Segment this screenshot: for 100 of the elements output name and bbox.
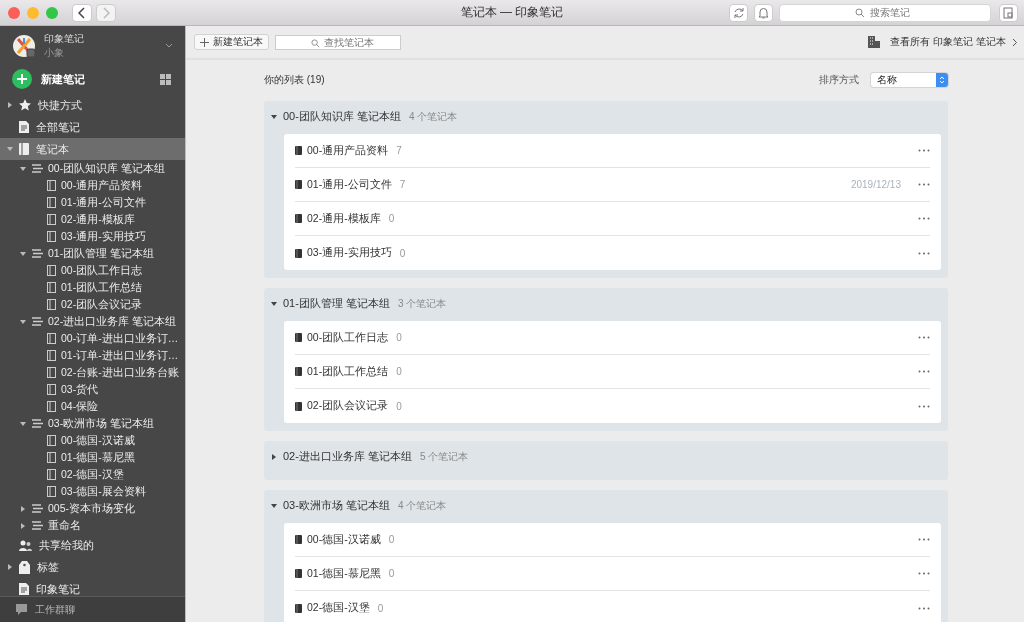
bell-icon xyxy=(758,6,769,19)
sidebar-item[interactable]: 02-进出口业务库 笔记本组 xyxy=(0,313,185,330)
sync-icon xyxy=(732,6,745,19)
sidebar-item[interactable]: 00-德国-汉诺威 xyxy=(0,432,185,449)
more-icon[interactable] xyxy=(918,404,930,408)
sidebar-item[interactable]: 02-台账-进出口业务台账 xyxy=(0,364,185,381)
chat-icon[interactable] xyxy=(16,604,27,615)
caret-right-icon[interactable] xyxy=(271,453,277,460)
chevron-icon[interactable] xyxy=(165,43,173,49)
new-notebook-button[interactable]: 新建笔记本 xyxy=(194,34,269,50)
notebook-row[interactable]: 01-德国-慕尼黑 0 xyxy=(295,557,930,591)
notebook-row[interactable]: 00-德国-汉诺威 0 xyxy=(295,523,930,557)
plus-icon xyxy=(17,74,27,84)
more-icon[interactable] xyxy=(918,336,930,339)
sidebar-item[interactable]: 03-德国-展会资料 xyxy=(0,483,185,500)
sidebar-item[interactable]: 01-订单-进出口业务订… xyxy=(0,347,185,364)
sidebar-item[interactable]: 共享给我的 xyxy=(0,534,185,556)
notebook-row[interactable]: 01-通用-公司文件 7 2019/12/13 xyxy=(295,168,930,202)
caret-down-icon[interactable] xyxy=(19,318,26,325)
sidebar-item[interactable]: 03-货代 xyxy=(0,381,185,398)
notebook-icon xyxy=(47,231,56,242)
avatar-icon[interactable] xyxy=(12,34,36,58)
notebook-icon xyxy=(295,367,302,376)
sync-button[interactable] xyxy=(729,3,748,22)
sidebar-item[interactable]: 02-德国-汉堡 xyxy=(0,466,185,483)
more-icon[interactable] xyxy=(918,183,930,186)
work-chat-link[interactable]: 工作群聊 xyxy=(35,602,75,617)
sidebar-item[interactable]: 005-资本市场变化 xyxy=(0,500,185,517)
stack-icon xyxy=(32,164,43,173)
bell-button[interactable] xyxy=(754,3,773,22)
more-icon[interactable] xyxy=(918,370,930,373)
more-icon[interactable] xyxy=(918,538,930,541)
notebook-search-field[interactable]: 查找笔记本 xyxy=(275,34,401,50)
notebook-row[interactable]: 02-德国-汉堡 0 xyxy=(295,591,930,622)
caret-down-icon[interactable] xyxy=(271,502,277,509)
notebook-icon xyxy=(295,214,302,223)
more-icon[interactable] xyxy=(918,217,930,220)
caret-right-icon[interactable] xyxy=(19,522,26,529)
sidebar-item[interactable]: 01-德国-慕尼黑 xyxy=(0,449,185,466)
notebook-icon xyxy=(47,367,56,378)
sort-select[interactable]: 名称 xyxy=(871,73,948,87)
view-all-link[interactable]: 查看所有 印象笔记 笔记本 xyxy=(890,35,1006,49)
caret-down-icon[interactable] xyxy=(271,113,277,120)
sidebar-item[interactable]: 00-团队工作日志 xyxy=(0,262,185,279)
notebook-icon xyxy=(47,282,56,293)
more-icon[interactable] xyxy=(918,149,930,152)
notebook-row[interactable]: 03-通用-实用技巧 0 xyxy=(295,236,930,270)
notebook-icon xyxy=(295,333,302,342)
search-field[interactable]: 搜索笔记 xyxy=(779,3,991,22)
sidebar-item[interactable]: 01-团队管理 笔记本组 xyxy=(0,245,185,262)
sidebar-item[interactable]: 03-通用-实用技巧 xyxy=(0,228,185,245)
more-icon[interactable] xyxy=(918,606,930,610)
caret-down-icon[interactable] xyxy=(19,165,26,172)
notebook-row[interactable]: 02-通用-模板库 0 xyxy=(295,202,930,236)
notebook-icon xyxy=(47,299,56,310)
notebook-row[interactable]: 00-团队工作日志 0 xyxy=(295,321,930,355)
caret-down-icon[interactable] xyxy=(271,300,277,307)
notebook-icon xyxy=(47,486,56,497)
caret-right-icon[interactable] xyxy=(6,102,13,108)
group-header[interactable]: 02-进出口业务库 笔记本组 5 个笔记本 xyxy=(271,441,941,472)
caret-right-icon[interactable] xyxy=(6,564,13,570)
sidebar-item[interactable]: 全部笔记 xyxy=(0,116,185,138)
chevron-right-icon[interactable] xyxy=(1012,37,1018,47)
back-button[interactable] xyxy=(72,3,92,22)
sidebar-item[interactable]: 笔记本 xyxy=(0,138,185,160)
caret-down-icon[interactable] xyxy=(19,250,26,257)
sidebar-item[interactable]: 03-欧洲市场 笔记本组 xyxy=(0,415,185,432)
panel-button[interactable] xyxy=(999,3,1018,22)
sidebar-item[interactable]: 01-团队工作总结 xyxy=(0,279,185,296)
notebook-icon xyxy=(47,350,56,361)
more-icon[interactable] xyxy=(918,251,930,255)
sidebar-item[interactable]: 00-团队知识库 笔记本组 xyxy=(0,160,185,177)
window-title: 笔记本 — 印象笔记 xyxy=(460,4,564,21)
sidebar-item[interactable]: 04-保险 xyxy=(0,398,185,415)
notebook-row[interactable]: 01-团队工作总结 0 xyxy=(295,355,930,389)
sidebar-item[interactable]: 02-通用-模板库 xyxy=(0,211,185,228)
sidebar-item[interactable]: 印象笔记 xyxy=(0,578,185,596)
notebook-row[interactable]: 00-通用产品资料 7 xyxy=(295,134,930,168)
list-title: 你的列表 (19) xyxy=(264,73,325,87)
grid-icon[interactable] xyxy=(160,73,171,85)
account-name[interactable]: 印象笔记 xyxy=(44,32,84,46)
group-header[interactable]: 03-欧洲市场 笔记本组 4 个笔记本 xyxy=(271,490,941,521)
notebook-icon xyxy=(19,143,29,155)
group-header[interactable]: 01-团队管理 笔记本组 3 个笔记本 xyxy=(271,288,941,319)
new-note-button[interactable]: 新建笔记 xyxy=(12,69,85,89)
notebook-icon xyxy=(295,569,302,578)
sidebar-item[interactable]: 01-通用-公司文件 xyxy=(0,194,185,211)
more-icon[interactable] xyxy=(918,572,930,575)
group-header[interactable]: 00-团队知识库 笔记本组 4 个笔记本 xyxy=(271,101,941,132)
sidebar-item[interactable]: 重命名 xyxy=(0,517,185,534)
caret-down-icon[interactable] xyxy=(19,420,26,427)
sort-label: 排序方式 xyxy=(819,73,859,87)
caret-right-icon[interactable] xyxy=(19,505,26,512)
sidebar-item[interactable]: 00-订单-进出口业务订… xyxy=(0,330,185,347)
sidebar-item[interactable]: 标签 xyxy=(0,556,185,578)
notebook-icon xyxy=(295,401,302,411)
notebook-row[interactable]: 02-团队会议记录 0 xyxy=(295,389,930,423)
sidebar-item[interactable]: 02-团队会议记录 xyxy=(0,296,185,313)
sidebar-item[interactable]: 00-通用产品资料 xyxy=(0,177,185,194)
sidebar-item[interactable]: 快捷方式 xyxy=(0,94,185,116)
